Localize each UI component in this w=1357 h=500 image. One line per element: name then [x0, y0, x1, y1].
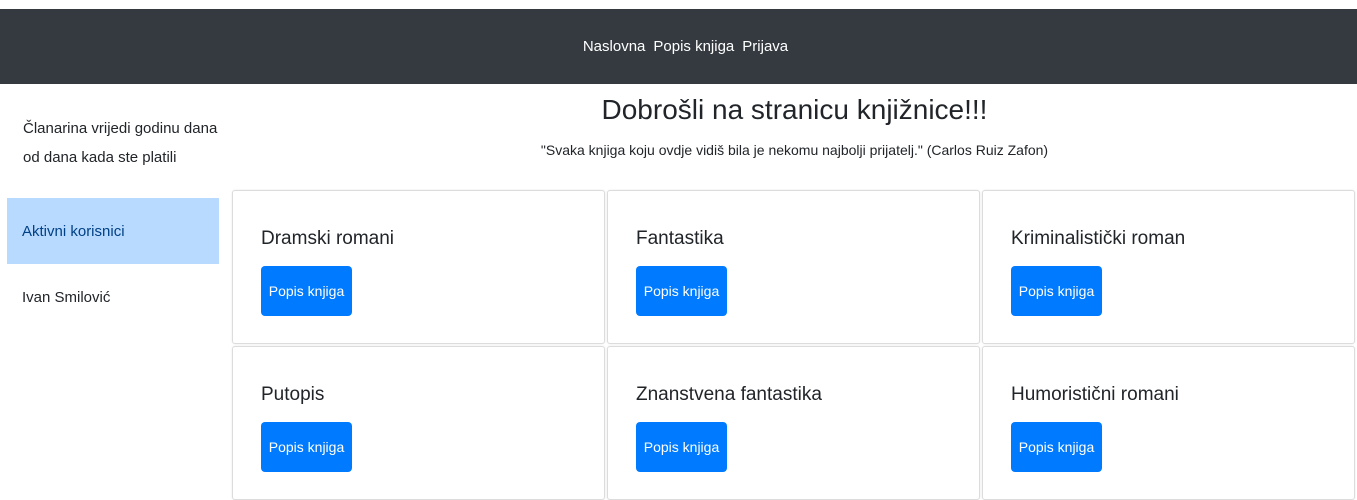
- book-list-button[interactable]: Popis knjiga: [636, 422, 727, 472]
- nav-link-prijava[interactable]: Prijava: [741, 34, 789, 59]
- category-grid: Dramski romani Popis knjiga Fantastika P…: [232, 190, 1357, 500]
- top-navbar: Naslovna Popis knjiga Prijava: [0, 9, 1357, 84]
- nav-link-naslovna[interactable]: Naslovna: [582, 34, 647, 59]
- category-title: Kriminalistički roman: [1011, 228, 1186, 249]
- category-card: Kriminalistički roman Popis knjiga: [982, 190, 1355, 344]
- book-list-button[interactable]: Popis knjiga: [261, 422, 352, 472]
- membership-note: Članarina vrijedi godinu dana od dana ka…: [23, 120, 218, 166]
- sidebar-item-label: Aktivni korisnici: [22, 222, 125, 240]
- welcome-header: Dobrošli na stranicu knjižnice!!! "Svaka…: [232, 84, 1357, 160]
- category-card: Putopis Popis knjiga: [232, 346, 605, 500]
- category-title: Humoristični romani: [1011, 384, 1179, 405]
- category-card: Znanstvena fantastika Popis knjiga: [607, 346, 980, 500]
- welcome-quote: "Svaka knjiga koju ovdje vidiš bila je n…: [540, 142, 1049, 158]
- category-title: Fantastika: [636, 228, 724, 249]
- category-card: Fantastika Popis knjiga: [607, 190, 980, 344]
- book-list-button[interactable]: Popis knjiga: [1011, 422, 1102, 472]
- category-title: Putopis: [261, 384, 325, 405]
- book-list-button[interactable]: Popis knjiga: [1011, 266, 1102, 316]
- category-card: Humoristični romani Popis knjiga: [982, 346, 1355, 500]
- book-list-button[interactable]: Popis knjiga: [261, 266, 352, 316]
- category-title: Znanstvena fantastika: [636, 384, 822, 405]
- page-title: Dobrošli na stranicu knjižnice!!!: [601, 94, 988, 125]
- book-list-button[interactable]: Popis knjiga: [636, 266, 727, 316]
- nav-link-popis-knjiga[interactable]: Popis knjiga: [652, 34, 735, 59]
- sidebar-item-active-users[interactable]: Aktivni korisnici: [7, 198, 219, 264]
- category-card: Dramski romani Popis knjiga: [232, 190, 605, 344]
- sidebar-item-user[interactable]: Ivan Smilović: [7, 264, 219, 330]
- sidebar-item-label: Ivan Smilović: [22, 288, 111, 306]
- sidebar: Članarina vrijedi godinu dana od dana ka…: [7, 84, 219, 330]
- category-title: Dramski romani: [261, 228, 395, 249]
- top-nav-links: Naslovna Popis knjiga Prijava: [582, 34, 789, 59]
